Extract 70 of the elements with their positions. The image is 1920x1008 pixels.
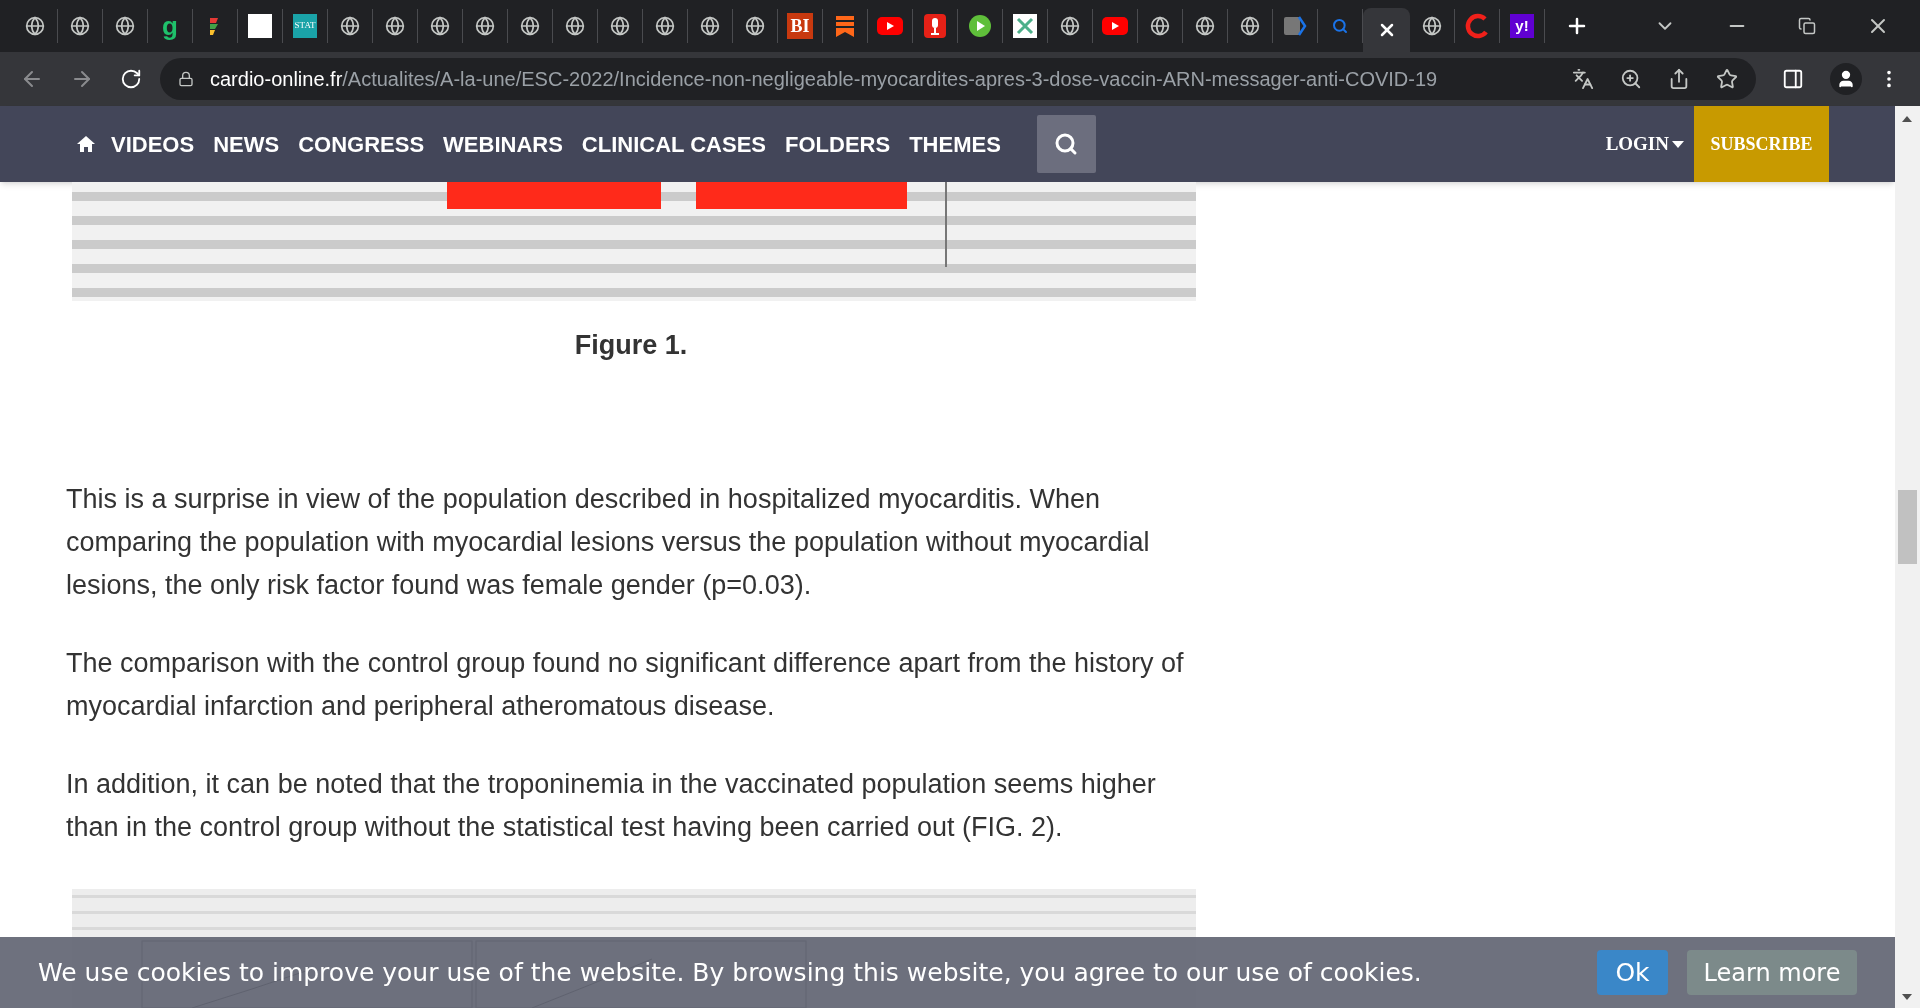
address-field[interactable]: cardio-online.fr/Actualites/A-la-une/ESC-2022/Incidence-non-negligeable-myocardites-apres-3-dose-vaccin-ARN-messager-anti-COVID-19 — [160, 58, 1756, 100]
nav-link[interactable]: THEMES — [909, 127, 1001, 161]
nav-link[interactable]: CONGRESS — [298, 127, 425, 161]
globe-icon — [1422, 16, 1442, 36]
globe-icon — [25, 16, 45, 36]
globe-icon — [340, 16, 360, 36]
tab-logo: y! — [1510, 14, 1534, 38]
browser-tab[interactable]: g — [148, 9, 193, 43]
share-icon[interactable] — [1668, 68, 1690, 90]
side-panel-icon[interactable] — [1782, 68, 1804, 90]
globe-icon — [700, 16, 720, 36]
scrollbar-thumb[interactable] — [1898, 490, 1917, 564]
browser-tab[interactable]: BI — [778, 9, 823, 43]
globe-icon — [1150, 16, 1170, 36]
globe-icon — [385, 16, 405, 36]
login-button[interactable]: LOGIN — [1605, 129, 1684, 159]
zoom-icon[interactable] — [1620, 68, 1642, 90]
ok-button[interactable]: Ok — [1597, 950, 1668, 995]
chevron-logo-icon — [1283, 14, 1307, 38]
globe-icon — [610, 16, 630, 36]
article-paragraph: This is a surprise in view of the population described in hospitalized myocarditis. When comparing the population with myocardial lesions versus the population without myocardial lesions, the only risk factor found was female gender (p=0.03). — [66, 482, 1151, 602]
bookmark-star-icon[interactable] — [1716, 68, 1738, 90]
globe-icon — [745, 16, 765, 36]
globe-icon — [430, 16, 450, 36]
globe-icon — [1060, 16, 1080, 36]
browser-tab[interactable]: y! — [1500, 9, 1545, 43]
restore-icon[interactable] — [1798, 17, 1816, 35]
globe-icon — [520, 16, 540, 36]
nav-link[interactable]: CLINICAL CASES — [581, 127, 766, 161]
ring-logo-icon — [1464, 13, 1490, 39]
tab-logo: g — [162, 13, 178, 39]
globe-icon — [1240, 16, 1260, 36]
bookmark-icon — [834, 14, 856, 38]
search-icon — [1054, 132, 1079, 156]
url-path: /Actualites/A-la-une/ESC-2022/Incidence-non-negligeable-myocardites-apres-3-dose-vaccin-ARN-messager-anti-COVID-19 — [342, 67, 1438, 92]
article-paragraph: The comparison with the control group found no significant difference apart from the history of myocardial infarction and peripheral atheromatous disease. — [66, 646, 1185, 723]
microphone-icon — [924, 14, 946, 38]
globe-icon — [475, 16, 495, 36]
blank-tile-icon — [248, 14, 272, 38]
url-domain: cardio-online.fr — [210, 67, 343, 92]
reload-icon[interactable] — [120, 68, 142, 90]
home-icon[interactable] — [76, 135, 96, 153]
globe-icon — [115, 16, 135, 36]
figure-caption: Figure 1. — [573, 329, 689, 362]
caret-icon — [1672, 140, 1684, 148]
play-logo-icon — [877, 17, 903, 35]
nav-link[interactable]: FOLDERS — [785, 127, 891, 161]
lock-icon — [178, 71, 194, 87]
tab-logo: BI — [787, 13, 813, 39]
scroll-up-icon — [1902, 116, 1912, 122]
globe-icon — [655, 16, 675, 36]
play-icon — [968, 14, 992, 38]
scroll-down-icon — [1902, 994, 1912, 1000]
translate-icon[interactable] — [1572, 68, 1594, 90]
cookie-message: We use cookies to improve your use of the website. By browsing this website, you agree to our use of cookies. — [38, 956, 1422, 989]
learn-more-button[interactable]: Learn more — [1687, 950, 1857, 995]
globe-icon — [565, 16, 585, 36]
search-button[interactable] — [1036, 115, 1096, 173]
profile-icon[interactable] — [1830, 63, 1862, 95]
globe-icon — [70, 16, 90, 36]
nav-link[interactable]: WEBINARS — [443, 127, 563, 161]
article-paragraph: In addition, it can be noted that the troponinemia in the vaccinated population seems higher than in the control group without the statistical test having been carried out (FIG. 2). — [66, 767, 1157, 844]
search-icon — [1332, 18, 1348, 34]
nav-link[interactable]: NEWS — [213, 127, 280, 161]
nav-link[interactable]: VIDEOS — [111, 127, 195, 161]
tab-logo: STAT — [293, 14, 317, 38]
scrollbar[interactable] — [1895, 106, 1920, 1008]
browser-tab[interactable] — [1363, 8, 1410, 52]
play-logo-icon — [1102, 17, 1128, 35]
globe-icon — [1195, 16, 1215, 36]
